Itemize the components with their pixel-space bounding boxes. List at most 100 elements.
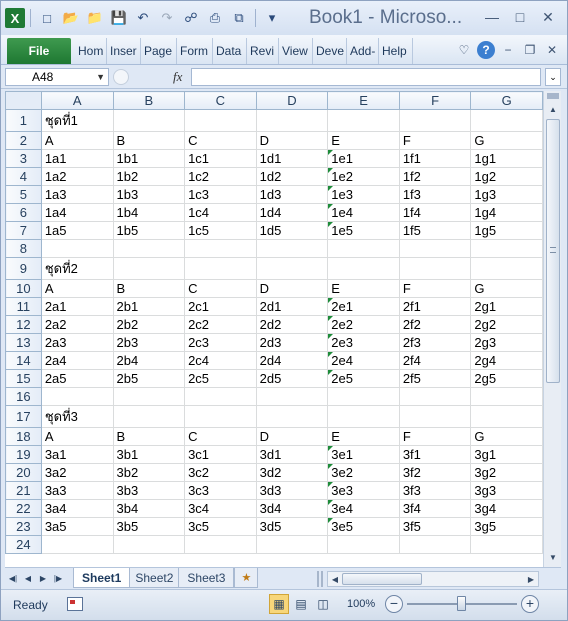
- cell[interactable]: 1e4: [327, 203, 400, 222]
- prev-sheet-icon[interactable]: ◀: [22, 571, 34, 585]
- cell[interactable]: 3f3: [398, 481, 472, 500]
- cell[interactable]: [112, 535, 186, 554]
- zoom-slider-thumb[interactable]: [457, 596, 466, 611]
- cell[interactable]: 1c3: [184, 185, 257, 204]
- cell[interactable]: 2b3: [112, 333, 186, 352]
- cell[interactable]: 1b1: [112, 149, 186, 168]
- cell[interactable]: [398, 535, 472, 554]
- cell[interactable]: 2e5: [327, 369, 400, 388]
- cell[interactable]: 2c4: [184, 351, 257, 370]
- cell[interactable]: [184, 239, 257, 258]
- cell[interactable]: E: [327, 131, 400, 150]
- cell[interactable]: 1c1: [184, 149, 257, 168]
- cell[interactable]: 1d3: [255, 185, 329, 204]
- cell[interactable]: 2c5: [184, 369, 257, 388]
- undo-icon[interactable]: ↶: [132, 7, 154, 29]
- tab-page-layout[interactable]: Page: [141, 38, 177, 64]
- row-header[interactable]: 14: [5, 351, 42, 370]
- cell[interactable]: A: [40, 427, 114, 446]
- cell[interactable]: 3d4: [255, 499, 329, 518]
- cell[interactable]: 3f1: [398, 445, 472, 464]
- row-header[interactable]: 16: [5, 387, 42, 406]
- cell[interactable]: [255, 387, 329, 406]
- select-icon[interactable]: ⧉: [228, 7, 250, 29]
- cell[interactable]: 1c4: [184, 203, 257, 222]
- cell[interactable]: D: [255, 131, 329, 150]
- cell[interactable]: [40, 535, 114, 554]
- cell[interactable]: [470, 109, 543, 132]
- cell[interactable]: 1f3: [398, 185, 472, 204]
- cell[interactable]: 1b2: [112, 167, 186, 186]
- cell[interactable]: 1a1: [40, 149, 114, 168]
- cell[interactable]: 3g5: [470, 517, 543, 536]
- print-preview-icon[interactable]: ☍: [180, 7, 202, 29]
- cell[interactable]: 1f4: [398, 203, 472, 222]
- save-icon[interactable]: 💾: [108, 7, 130, 29]
- cell[interactable]: 1a3: [40, 185, 114, 204]
- name-box[interactable]: A48 ▼: [5, 68, 109, 86]
- cell[interactable]: 3a1: [40, 445, 114, 464]
- last-sheet-icon[interactable]: |▶: [52, 571, 64, 585]
- column-header-e[interactable]: E: [327, 91, 400, 110]
- cell[interactable]: [470, 405, 543, 428]
- cell[interactable]: 1g5: [470, 221, 543, 240]
- cell[interactable]: 1d4: [255, 203, 329, 222]
- tab-formulas[interactable]: Form: [177, 38, 213, 64]
- cell[interactable]: [112, 257, 186, 280]
- cell[interactable]: 2a2: [40, 315, 114, 334]
- cell[interactable]: G: [470, 279, 543, 298]
- cell[interactable]: [184, 387, 257, 406]
- cell[interactable]: 2f1: [398, 297, 472, 316]
- cell[interactable]: [327, 109, 400, 132]
- cell[interactable]: 3a2: [40, 463, 114, 482]
- cell[interactable]: 1e5: [327, 221, 400, 240]
- cell[interactable]: 1b5: [112, 221, 186, 240]
- cell[interactable]: [112, 387, 186, 406]
- cell[interactable]: 3a3: [40, 481, 114, 500]
- print-icon[interactable]: ⎙: [204, 7, 226, 29]
- page-layout-view-icon[interactable]: ▤: [291, 594, 311, 614]
- row-header[interactable]: 10: [5, 279, 42, 298]
- cell[interactable]: ชุดที่1: [40, 109, 114, 132]
- minimize-icon[interactable]: —: [481, 7, 503, 27]
- cell[interactable]: 2d2: [255, 315, 329, 334]
- cell[interactable]: [398, 239, 472, 258]
- scroll-right-icon[interactable]: ▶: [524, 572, 538, 586]
- new-icon[interactable]: □: [36, 7, 58, 29]
- cell[interactable]: 3g2: [470, 463, 543, 482]
- cell[interactable]: [327, 387, 400, 406]
- cell[interactable]: 1g3: [470, 185, 543, 204]
- cell[interactable]: B: [112, 279, 186, 298]
- help-icon[interactable]: ?: [477, 41, 495, 59]
- cell[interactable]: F: [398, 279, 472, 298]
- cell[interactable]: 1d1: [255, 149, 329, 168]
- expand-formula-bar-icon[interactable]: ⌄: [545, 68, 561, 86]
- sheet-tab-sheet2[interactable]: Sheet2: [126, 568, 183, 588]
- row-header[interactable]: 3: [5, 149, 42, 168]
- chevron-down-icon[interactable]: ▼: [96, 69, 105, 85]
- tab-insert[interactable]: Inser: [107, 38, 141, 64]
- row-header[interactable]: 2: [5, 131, 42, 150]
- tab-add-ins[interactable]: Add-: [347, 38, 379, 64]
- workbook-minimize-icon[interactable]: −: [499, 41, 517, 59]
- cell[interactable]: 2f3: [398, 333, 472, 352]
- cell[interactable]: 2b5: [112, 369, 186, 388]
- cell[interactable]: 2g1: [470, 297, 543, 316]
- scroll-down-icon[interactable]: ▼: [545, 549, 561, 565]
- cell[interactable]: 3d3: [255, 481, 329, 500]
- cell[interactable]: 3d5: [255, 517, 329, 536]
- cell[interactable]: 1g2: [470, 167, 543, 186]
- row-header[interactable]: 11: [5, 297, 42, 316]
- cell[interactable]: [327, 239, 400, 258]
- row-header[interactable]: 12: [5, 315, 42, 334]
- cell[interactable]: [398, 387, 472, 406]
- cell[interactable]: 3d1: [255, 445, 329, 464]
- cell[interactable]: 2e2: [327, 315, 400, 334]
- cell[interactable]: 3b1: [112, 445, 186, 464]
- column-header-g[interactable]: G: [470, 91, 543, 110]
- cell[interactable]: ชุดที่3: [40, 405, 114, 428]
- redo-icon[interactable]: ↷: [156, 7, 178, 29]
- cell[interactable]: 2c1: [184, 297, 257, 316]
- row-header[interactable]: 23: [5, 517, 42, 536]
- cell[interactable]: 2f2: [398, 315, 472, 334]
